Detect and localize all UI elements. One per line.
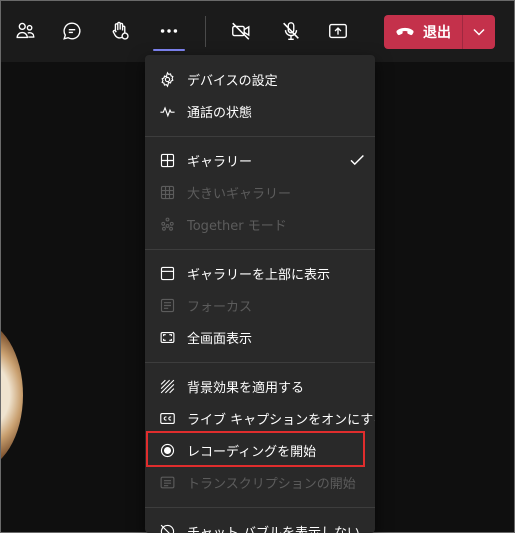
menu-item-label: レコーディングを開始: [187, 444, 317, 460]
chat-bubble-icon: [63, 22, 81, 40]
menu-item-hide-chat-bubbles[interactable]: チャット バブルを表示しない: [145, 516, 375, 533]
hang-up-icon: [396, 27, 414, 36]
menu-separator: [145, 362, 375, 363]
menu-item-label: ライブ キャプションをオンにする: [187, 412, 375, 428]
menu-item-label: Together モード: [187, 218, 287, 234]
menu-item-label: フォーカス: [187, 299, 253, 315]
menu-item-label: 全画面表示: [187, 331, 253, 347]
menu-separator: [145, 507, 375, 508]
menu-item-fullscreen[interactable]: 全画面表示: [145, 322, 375, 352]
participant-video: [1, 320, 23, 470]
menu-item-focus: フォーカス: [145, 290, 375, 320]
large-grid-icon: [159, 184, 176, 201]
menu-item-large-gallery: 大きいギャラリー: [145, 177, 375, 207]
active-indicator: [153, 49, 185, 51]
menu-item-label: デバイスの設定: [187, 73, 278, 89]
more-dots-icon: [160, 29, 178, 33]
chat-bubble-off-icon: [159, 523, 176, 533]
share-button[interactable]: [322, 15, 354, 47]
mic-button[interactable]: [275, 15, 307, 47]
menu-item-call-health[interactable]: 通話の状態: [145, 96, 375, 126]
menu-item-label: トランスクリプションの開始: [187, 476, 356, 492]
background-effects-icon: [159, 378, 176, 395]
fullscreen-icon: [159, 329, 176, 346]
toolbar-divider: [205, 16, 206, 47]
transcript-icon: [159, 474, 176, 491]
leave-button[interactable]: 退出: [384, 15, 462, 49]
focus-icon: [159, 297, 176, 314]
closed-caption-icon: [159, 410, 176, 427]
grid-icon: [159, 152, 176, 169]
record-icon: [159, 442, 176, 459]
people-icon: [16, 22, 35, 39]
camera-off-icon: [232, 22, 250, 40]
menu-item-together-mode: Together モード: [145, 209, 375, 239]
more-actions-menu: デバイスの設定 通話の状態 ギャラリー 大きいギャラリー Together モー…: [145, 55, 375, 533]
mic-off-icon: [283, 22, 299, 40]
menu-item-label: ギャラリー: [187, 154, 253, 170]
menu-item-label: チャット バブルを表示しない: [187, 525, 361, 533]
menu-item-live-captions[interactable]: ライブ キャプションをオンにする: [145, 403, 375, 433]
raise-hand-icon: [112, 21, 129, 40]
camera-button[interactable]: [225, 15, 257, 47]
share-tray-icon: [329, 23, 347, 39]
menu-item-label: ギャラリーを上部に表示: [187, 267, 331, 283]
menu-item-start-recording[interactable]: レコーディングを開始: [145, 435, 375, 465]
more-actions-button[interactable]: [153, 15, 185, 47]
chevron-down-icon: [473, 28, 485, 36]
menu-item-background-effects[interactable]: 背景効果を適用する: [145, 371, 375, 401]
pulse-icon: [159, 103, 176, 120]
menu-item-label: 大きいギャラリー: [187, 186, 292, 202]
menu-separator: [145, 249, 375, 250]
chat-button[interactable]: [56, 15, 88, 47]
menu-item-gallery-at-top[interactable]: ギャラリーを上部に表示: [145, 258, 375, 288]
leave-button-group: 退出: [384, 15, 495, 49]
menu-item-start-transcription: トランスクリプションの開始: [145, 467, 375, 497]
menu-separator: [145, 136, 375, 137]
leave-label: 退出: [423, 25, 451, 41]
participants-button[interactable]: [9, 15, 41, 47]
gear-icon: [159, 71, 176, 88]
menu-item-label: 通話の状態: [187, 105, 253, 121]
meeting-toolbar: 退出: [1, 1, 514, 62]
reactions-button[interactable]: [104, 15, 136, 47]
gallery-top-icon: [159, 265, 176, 282]
menu-item-device-settings[interactable]: デバイスの設定: [145, 64, 375, 94]
menu-item-gallery[interactable]: ギャラリー: [145, 145, 375, 175]
menu-item-label: 背景効果を適用する: [187, 380, 305, 396]
leave-options-button[interactable]: [463, 15, 495, 49]
checkmark-icon: [350, 154, 364, 166]
together-mode-icon: [159, 216, 176, 233]
